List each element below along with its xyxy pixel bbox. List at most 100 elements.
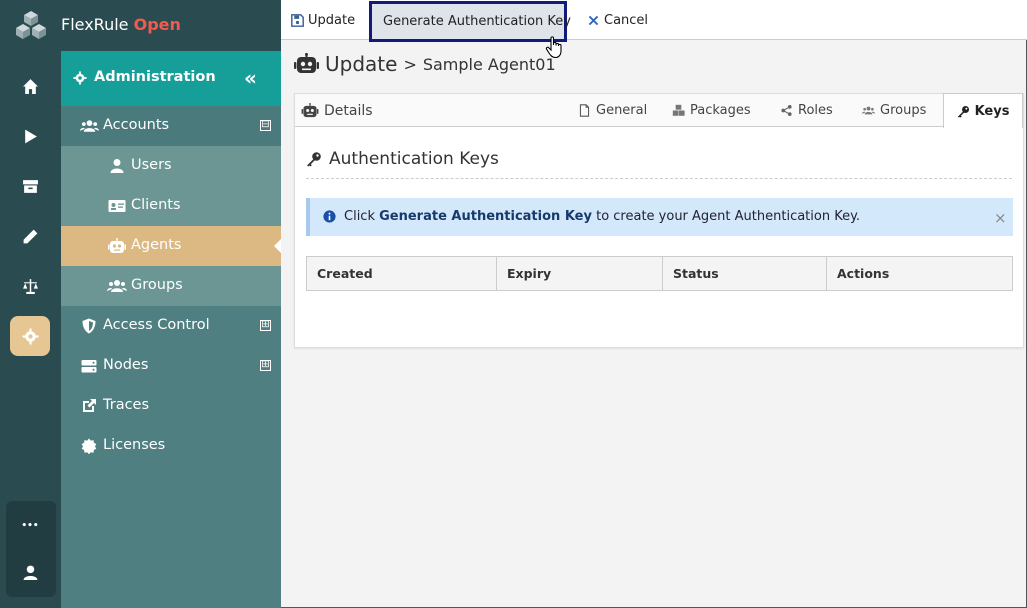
sidebar-item-access-control[interactable]: Access Control ⊞ (61, 306, 281, 346)
save-icon (291, 13, 304, 27)
tab-keys[interactable]: Keys (943, 93, 1023, 128)
generate-authentication-key-button[interactable]: Generate Authentication Key (369, 1, 571, 42)
hand-cursor-icon (545, 36, 562, 59)
brand-header: FlexRule Open (61, 0, 281, 51)
id-card-icon (108, 200, 126, 212)
rail-rules-button[interactable] (10, 266, 50, 306)
server-icon (81, 360, 97, 373)
sidebar-item-traces[interactable]: Traces (61, 386, 281, 426)
divider (306, 178, 1012, 179)
brand-name: FlexRule (61, 15, 129, 34)
page-action: Update (325, 52, 398, 76)
section-title-label: Authentication Keys (329, 149, 499, 169)
sidebar-item-nodes[interactable]: Nodes ⊞ (61, 346, 281, 386)
tab-roles-label: Roles (798, 103, 833, 118)
page-title: Update > Sample Agent01 (294, 52, 556, 76)
close-alert-icon[interactable]: × (994, 209, 1007, 227)
column-header-actions: Actions (837, 266, 890, 281)
key-icon (307, 152, 321, 167)
column-header-status: Status (663, 257, 827, 290)
rail-run-button[interactable] (10, 116, 50, 156)
expand-toggle[interactable]: ⊞ (260, 320, 271, 331)
icon-rail: ••• (0, 0, 61, 608)
collapse-toggle[interactable]: ⊟ (260, 120, 271, 131)
users-icon (862, 106, 875, 115)
rail-archive-button[interactable] (10, 166, 50, 206)
breadcrumb-separator: > (403, 54, 417, 74)
sidebar-item-label: Nodes (103, 357, 149, 373)
sidebar-item-label: Traces (103, 397, 150, 413)
robot-icon (108, 238, 126, 253)
info-alert: Click Generate Authentication Key to cre… (306, 198, 1013, 236)
cancel-label: Cancel (604, 12, 649, 28)
sidebar-item-label: Accounts (103, 117, 170, 133)
nav-panel: FlexRule Open Administration « Accounts … (61, 0, 281, 608)
info-message: Click Generate Authentication Key to cre… (344, 209, 860, 224)
sidebar-item-licenses[interactable]: Licenses (61, 426, 281, 466)
robot-icon (301, 103, 319, 118)
sidebar-item-label: Clients (131, 197, 181, 213)
share-nodes-icon (781, 104, 792, 117)
column-header-expiry: Expiry (497, 257, 663, 290)
key-icon (957, 105, 969, 118)
cubes-icon (672, 104, 685, 116)
certificate-icon (81, 438, 97, 454)
user-icon (110, 159, 124, 173)
tab-groups-label: Groups (880, 103, 927, 118)
rail-settings-button[interactable] (10, 316, 50, 356)
play-icon (24, 129, 37, 143)
collapse-sidebar-icon[interactable]: « (244, 66, 257, 90)
section-title: Authentication Keys (306, 149, 499, 169)
brand-edition: Open (133, 15, 181, 34)
tab-packages-label: Packages (690, 103, 751, 118)
sidebar-item-agents[interactable]: Agents (61, 226, 281, 266)
tab-roles[interactable]: Roles (780, 94, 833, 127)
tab-general[interactable]: General (578, 94, 647, 127)
gear-icon (22, 328, 38, 344)
column-header-created: Created (307, 257, 497, 290)
rail-profile-button[interactable] (10, 552, 50, 592)
sidebar-item-label: Access Control (103, 317, 210, 333)
tab-bar: Details General Packages Roles Groups Ke… (295, 93, 1023, 128)
sidebar-item-accounts[interactable]: Accounts ⊟ (61, 106, 281, 146)
pencil-icon (23, 229, 37, 243)
sidebar-item-groups[interactable]: Groups (61, 266, 281, 306)
nav-section-title: Administration (94, 69, 216, 85)
info-bold: Generate Authentication Key (379, 209, 592, 224)
tab-groups[interactable]: Groups (862, 94, 926, 127)
tab-keys-label: Keys (974, 103, 1010, 119)
info-suffix: to create your Agent Authentication Key. (596, 209, 861, 224)
brand-logo-icon (16, 11, 46, 39)
external-link-icon (83, 399, 96, 412)
keys-table: Created Expiry Status Actions (306, 256, 1013, 291)
users-icon (80, 120, 99, 132)
agent-name: Sample Agent01 (422, 54, 556, 74)
rail-edit-button[interactable] (10, 216, 50, 256)
tab-packages[interactable]: Packages (672, 94, 751, 127)
generate-label: Generate Authentication Key (383, 14, 571, 29)
update-button[interactable]: Update (291, 0, 355, 40)
sidebar-item-users[interactable]: Users (61, 146, 281, 186)
update-label: Update (308, 12, 356, 28)
tab-details-label: Details (324, 102, 373, 119)
sidebar-item-label: Licenses (103, 437, 166, 453)
cancel-button[interactable]: Cancel (587, 0, 648, 40)
more-icon: ••• (21, 521, 39, 531)
sidebar-item-label: Agents (131, 237, 182, 253)
expand-toggle[interactable]: ⊞ (260, 360, 271, 371)
info-icon (323, 210, 336, 223)
agent-card: Details General Packages Roles Groups Ke… (294, 93, 1024, 348)
tab-details: Details (301, 94, 373, 127)
robot-icon (294, 53, 319, 73)
main-content: Update Generate Authentication Key Cance… (281, 0, 1027, 608)
sidebar-item-clients[interactable]: Clients (61, 186, 281, 226)
users-icon (107, 280, 127, 292)
rail-home-button[interactable] (10, 66, 50, 106)
nav-section-administration: Administration « (61, 51, 281, 106)
shield-icon (82, 318, 96, 334)
archive-icon (22, 179, 38, 193)
rail-more-button[interactable]: ••• (10, 506, 50, 546)
toolbar: Update Generate Authentication Key Cance… (281, 0, 1027, 42)
gear-icon (73, 71, 87, 85)
scale-icon (22, 278, 38, 294)
